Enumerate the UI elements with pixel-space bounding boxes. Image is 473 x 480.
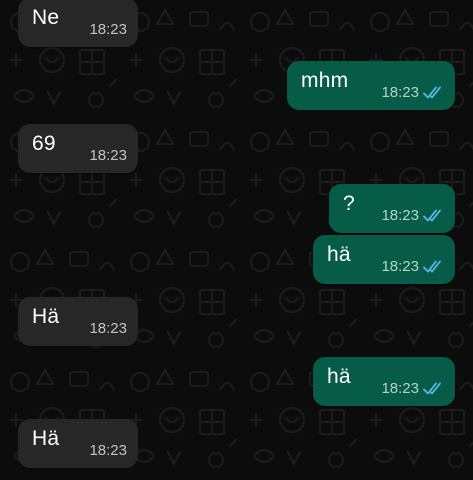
message-meta: 18:23 [381,380,444,398]
message-meta: 18:23 [89,320,127,338]
message-bubble-incoming[interactable]: Hä 18:23 [18,297,138,346]
message-time: 18:23 [381,84,419,101]
message-meta: 18:23 [89,147,127,165]
message-text: Ne [32,6,60,29]
message-meta: 18:23 [89,21,127,39]
message-bubble-outgoing[interactable]: mhm 18:23 [287,61,455,110]
message-text: hä [327,365,351,388]
message-time: 18:23 [381,258,419,275]
chat-view[interactable]: Ne 18:23 mhm 18:23 69 18:23 ? 18:23 hä 1… [0,0,473,480]
message-time: 18:23 [89,147,127,164]
double-check-read-icon [423,209,441,222]
double-check-read-icon [423,86,441,99]
message-text: mhm [301,69,349,92]
message-time: 18:23 [381,380,419,397]
message-meta: 18:23 [381,258,444,276]
message-time: 18:23 [89,320,127,337]
message-bubble-incoming[interactable]: Hä 18:23 [18,419,138,468]
message-time: 18:23 [381,207,419,224]
message-text: hä [327,243,351,266]
message-time: 18:23 [89,442,127,459]
message-bubble-outgoing[interactable]: ? 18:23 [329,184,455,233]
message-text: ? [343,192,355,215]
message-text: Hä [32,305,60,328]
message-meta: 18:23 [381,84,444,102]
message-bubble-outgoing[interactable]: hä 18:23 [313,235,455,284]
message-text: Hä [32,427,60,450]
message-bubble-incoming[interactable]: 69 18:23 [18,124,138,173]
message-bubble-outgoing[interactable]: hä 18:23 [313,357,455,406]
message-text: 69 [32,132,56,155]
message-meta: 18:23 [89,442,127,460]
message-meta: 18:23 [381,207,444,225]
message-bubble-incoming[interactable]: Ne 18:23 [18,0,138,47]
double-check-read-icon [423,260,441,273]
message-time: 18:23 [89,21,127,38]
double-check-read-icon [423,382,441,395]
